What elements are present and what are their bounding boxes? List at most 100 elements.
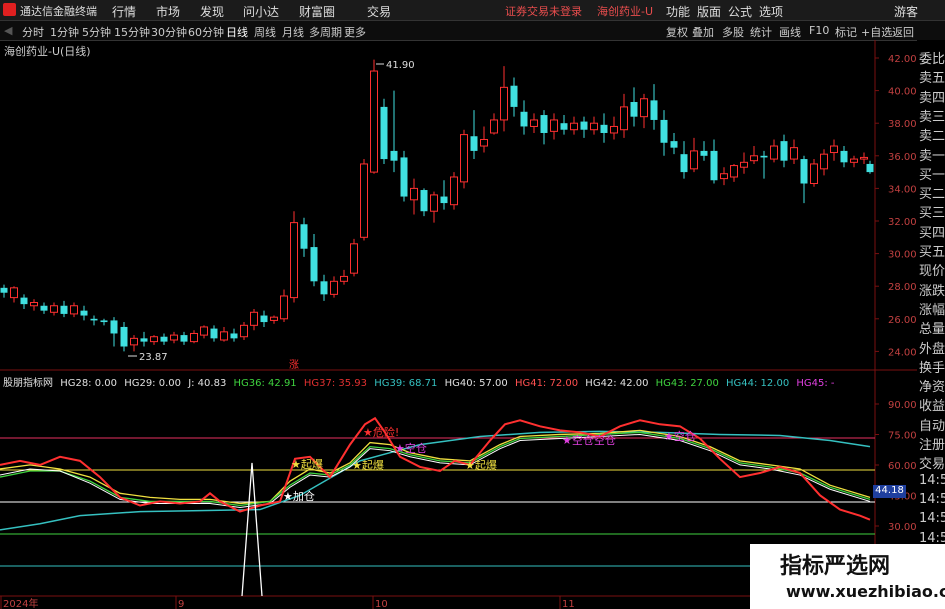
candle-body-up: [620, 106, 628, 131]
candle-body-down: [710, 150, 718, 181]
candle-body-up: [190, 332, 198, 343]
price-label: 40.00: [888, 87, 917, 98]
candle-body-up: [570, 122, 578, 131]
candle-body-down: [866, 163, 874, 173]
signal-kongcang-1: ★空仓: [395, 441, 427, 455]
quote-panel-item: 委比: [919, 52, 945, 67]
ind-axis-label: 30.00: [888, 522, 917, 533]
candle-body-up: [850, 158, 858, 163]
indicator-legend: 股朋指标网 HG28: 0.00 HG29: 0.00 J: 40.83 HG3…: [3, 374, 839, 389]
candle-body-down: [390, 150, 398, 161]
candle-body-up: [30, 302, 38, 307]
signal-qibao-2: ★起爆: [352, 458, 384, 472]
price-label: 42.00: [888, 54, 917, 65]
candle-body-down: [100, 320, 108, 323]
candle-body-down: [800, 159, 808, 184]
candle-body-down: [780, 141, 788, 161]
quote-panel-item: 注册: [919, 438, 945, 453]
candle-body-up: [490, 119, 498, 134]
price-label: 32.00: [888, 217, 917, 228]
candle-body-down: [440, 196, 448, 204]
candle-body-down: [660, 119, 668, 143]
candle-body-up: [790, 147, 798, 160]
candle-body-up: [770, 145, 778, 160]
quote-panel-item: 卖三: [919, 109, 945, 125]
candle-body-down: [560, 123, 568, 130]
watermark-title: 指标严选网: [780, 554, 891, 579]
candle-body-down: [300, 224, 308, 249]
candle-body-down: [210, 328, 218, 339]
quote-panel-item: 买四: [919, 225, 945, 241]
candle-body-up: [810, 163, 818, 185]
zhang-label: 涨: [289, 359, 299, 371]
ind-hg44: HG44: 12.00: [726, 378, 790, 389]
ind-line-hg37: [0, 416, 871, 521]
candle-body-up: [360, 163, 368, 238]
signal-qibao-1: ★起爆: [291, 457, 323, 471]
ind-axis-label: 75.00: [888, 431, 917, 442]
candle-body-down: [60, 305, 68, 314]
quote-panel-item: 涨幅: [919, 302, 945, 318]
candle-body-up: [280, 295, 288, 320]
ind-line-yellow: [0, 429, 871, 505]
candle-body-down: [140, 338, 148, 342]
candle-body-down: [20, 297, 28, 305]
candle-body-up: [640, 98, 648, 118]
ind-spike: [241, 462, 263, 597]
quote-panel-item: 14:55: [919, 472, 945, 488]
quote-panel-item: 买五: [919, 245, 945, 260]
quote-panel-item: 14:55: [919, 491, 945, 507]
candle-body-down: [760, 155, 768, 158]
candle-body-down: [90, 318, 98, 321]
price-label: 38.00: [888, 119, 917, 130]
ind-line-hg39: [0, 430, 871, 531]
price-label: 26.00: [888, 315, 917, 326]
candle-body-down: [600, 124, 608, 133]
candle-body-up: [350, 243, 358, 274]
chart-canvas[interactable]: 42.00 40.00 38.00 36.00 34.00 32.00 30.00 28.00…: [0, 0, 917, 609]
candle-body-down: [160, 336, 168, 342]
price-label: 30.00: [888, 250, 917, 261]
signal-kongcang-3: ★空仓: [664, 429, 696, 443]
ind-axis-label: 90.00: [888, 400, 917, 411]
indicator-name: 股朋指标网: [3, 378, 53, 389]
ind-hg41: HG41: 72.00: [514, 378, 579, 389]
ind-j: J: 40.83: [188, 378, 227, 389]
candle-body-up: [830, 145, 838, 154]
candle-body-up: [130, 337, 138, 346]
quote-panel-item: 净资: [919, 380, 945, 396]
candle-body-up: [240, 324, 248, 338]
candle-body-up: [530, 119, 538, 127]
quote-panel-item: 买二: [919, 187, 945, 203]
chart-grid: 42.00 40.00 38.00 36.00 34.00 32.00 30.00 28.00…: [0, 40, 917, 609]
chart-label: 海创药业-U(日线): [4, 45, 91, 58]
candle-body-down: [420, 190, 428, 212]
price-label: 28.00: [888, 282, 917, 293]
low-label: 23.87: [139, 352, 168, 363]
candle-body-up: [410, 187, 418, 201]
candle-body-up: [10, 287, 18, 299]
candle-body-down: [180, 335, 188, 342]
ind-hg29: HG29: 0.00: [124, 378, 181, 389]
price-label: 34.00: [888, 184, 917, 195]
date-label: 11: [562, 599, 575, 609]
candle-body-up: [430, 194, 438, 212]
ind-axis-label: 60.00: [888, 461, 917, 472]
quote-panel-item: 收益: [919, 399, 945, 415]
candle-body-down: [670, 141, 678, 148]
date-label: 9: [178, 599, 184, 609]
candle-body-down: [630, 102, 638, 117]
quote-panel-item: 卖四: [919, 90, 945, 106]
watermark: 指标严选网 www.xuezhibiao.com: [750, 544, 945, 609]
candle-body-down: [320, 281, 328, 295]
ind-hg28: HG28: 0.00: [60, 378, 117, 389]
candle-body-up: [270, 316, 278, 321]
candle-body-up: [330, 280, 338, 295]
ind-hg42: HG42: 42.00: [585, 378, 649, 389]
quote-panel-item: 现价: [919, 264, 945, 280]
candle-body-up: [290, 222, 298, 299]
quote-side-panel: 委比 卖五 卖四 卖三 卖二 卖一 买一 买二 买三 买四 买五 现价 涨跌 涨幅 总量 外盘 换手 净资 收益 自动…: [917, 40, 945, 609]
quote-panel-item: 买一: [919, 167, 945, 183]
price-label: 36.00: [888, 152, 917, 163]
quote-panel-item: 涨跌: [919, 283, 945, 299]
